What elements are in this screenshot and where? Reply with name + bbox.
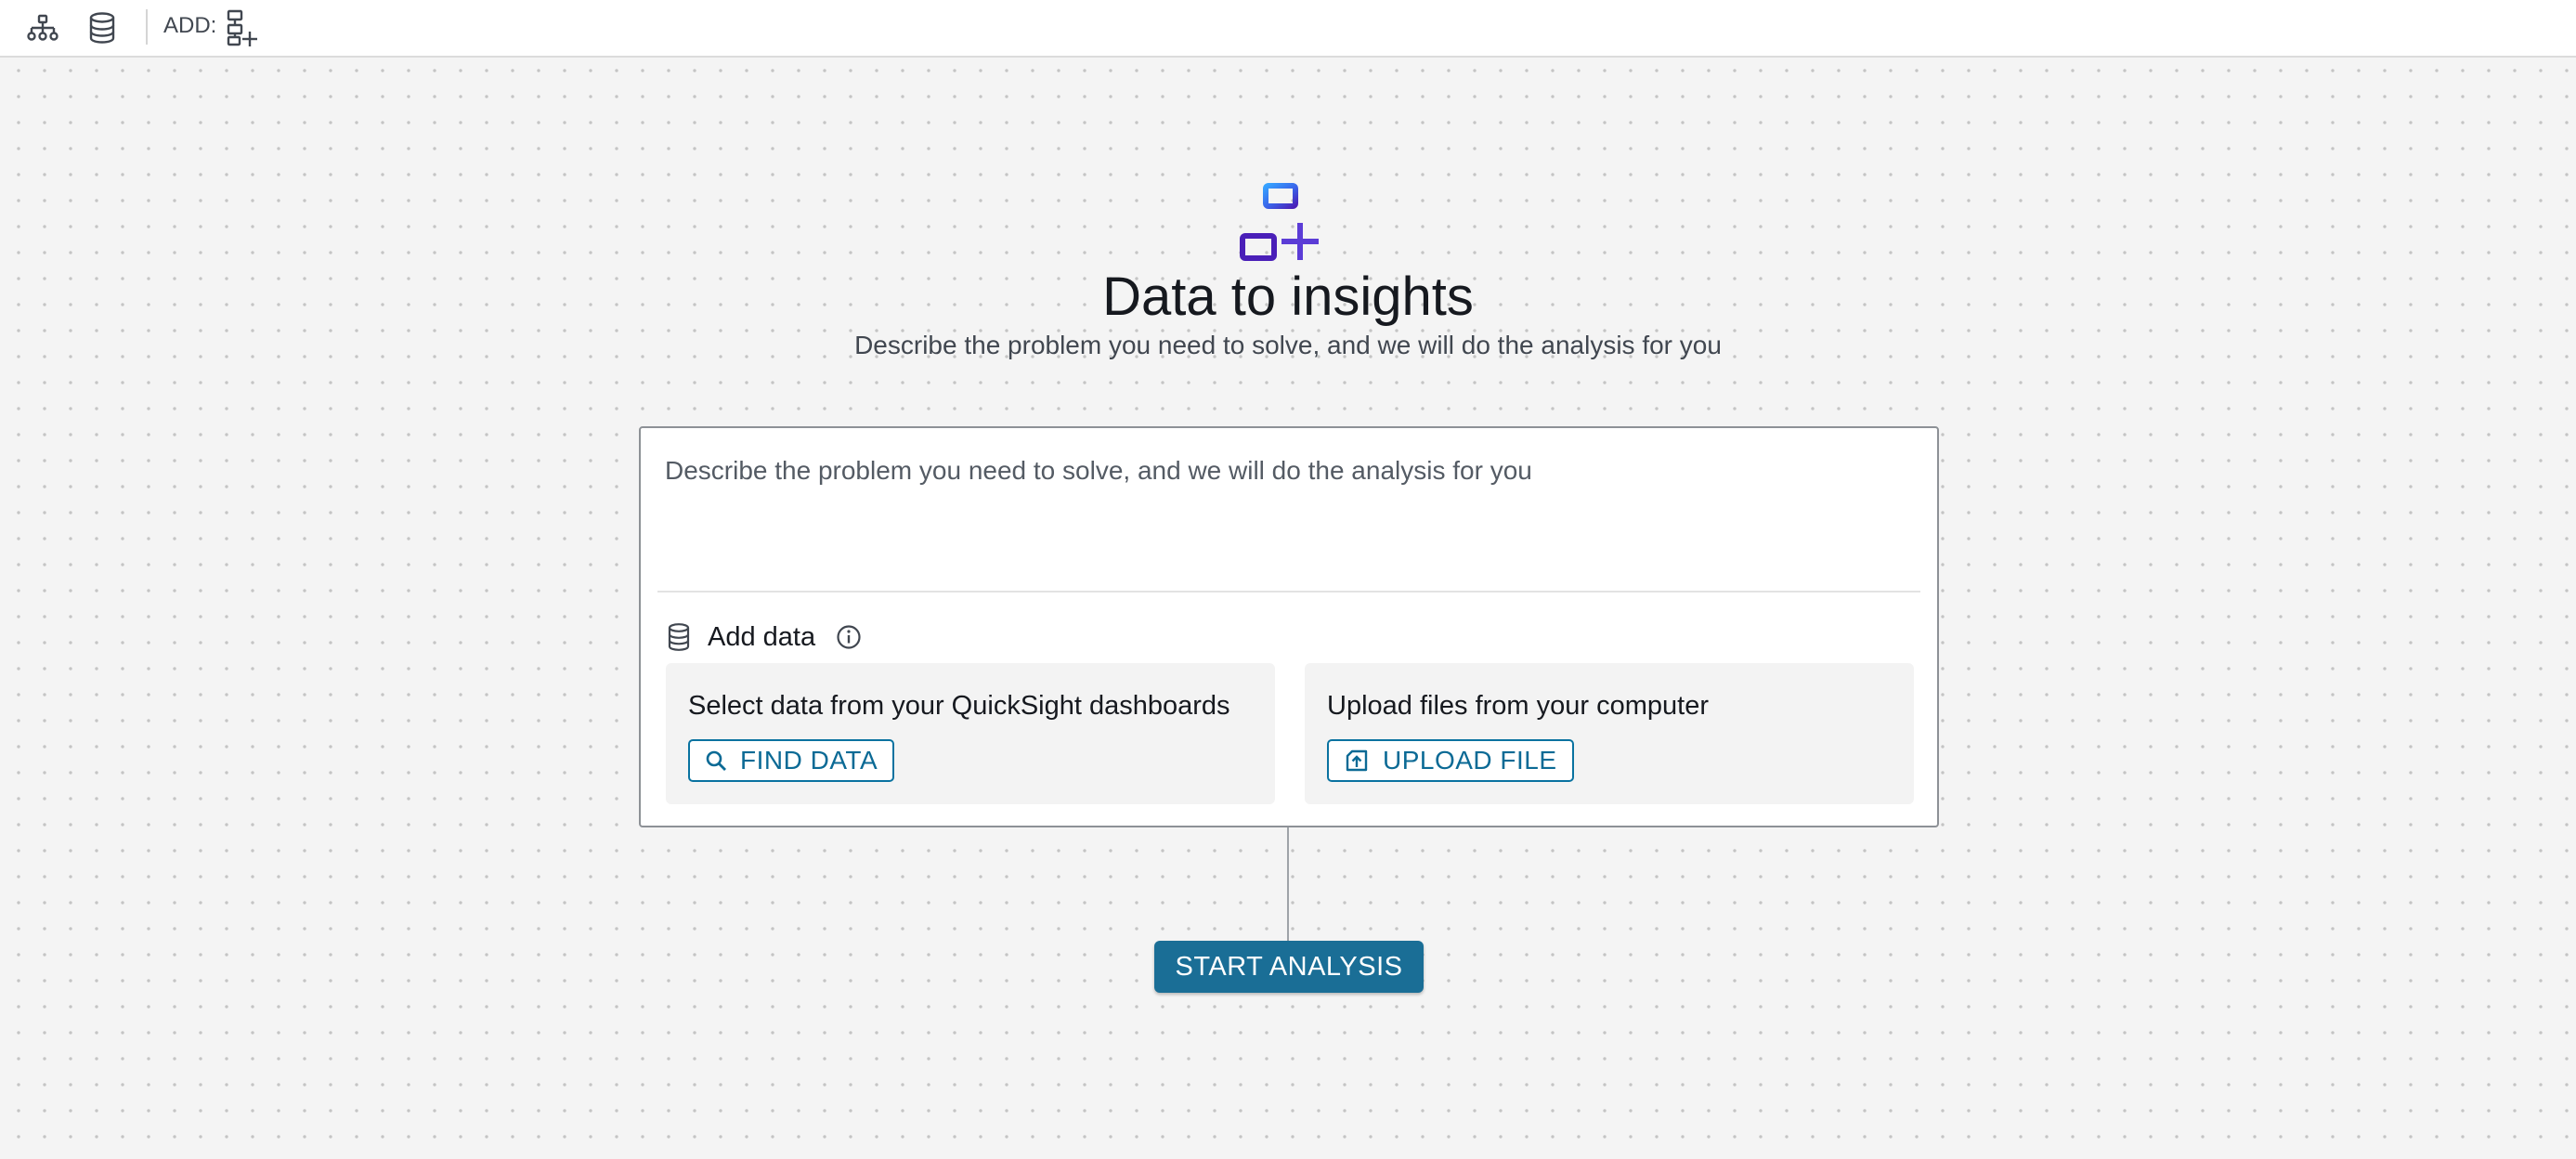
search-icon bbox=[705, 749, 727, 772]
add-label: ADD: bbox=[163, 13, 217, 38]
top-toolbar: ADD: bbox=[0, 0, 2576, 58]
add-data-label: Add data bbox=[708, 621, 816, 652]
toolbar-divider bbox=[146, 9, 148, 45]
card-divider bbox=[657, 591, 1920, 593]
start-analysis-button[interactable]: START ANALYSIS bbox=[1154, 941, 1424, 993]
page-subtitle: Describe the problem you need to solve, … bbox=[854, 331, 1722, 359]
info-icon[interactable] bbox=[836, 624, 862, 650]
upload-icon bbox=[1344, 748, 1370, 774]
find-data-label: FIND DATA bbox=[740, 746, 878, 775]
upload-file-label: UPLOAD FILE bbox=[1383, 746, 1557, 775]
flow-connector-line bbox=[1287, 827, 1289, 941]
add-data-header: Add data bbox=[667, 614, 862, 660]
hierarchy-icon[interactable] bbox=[22, 9, 63, 46]
database-icon bbox=[667, 623, 691, 651]
upload-file-option: Upload files from your computer UPLOAD F… bbox=[1305, 663, 1914, 804]
upload-file-button[interactable]: UPLOAD FILE bbox=[1327, 739, 1574, 782]
analysis-flow-add-icon bbox=[1239, 182, 1322, 262]
prompt-card: Add data Select data from your QuickSigh… bbox=[639, 426, 1939, 827]
database-icon[interactable] bbox=[82, 9, 123, 46]
problem-description-input[interactable] bbox=[665, 456, 1909, 586]
add-analysis-icon[interactable] bbox=[221, 9, 262, 46]
find-data-button[interactable]: FIND DATA bbox=[688, 739, 895, 782]
dashboard-option-title: Select data from your QuickSight dashboa… bbox=[688, 691, 1230, 721]
dashboard-data-option: Select data from your QuickSight dashboa… bbox=[666, 663, 1275, 804]
upload-option-title: Upload files from your computer bbox=[1327, 691, 1709, 721]
page-title: Data to insights bbox=[1102, 267, 1474, 327]
